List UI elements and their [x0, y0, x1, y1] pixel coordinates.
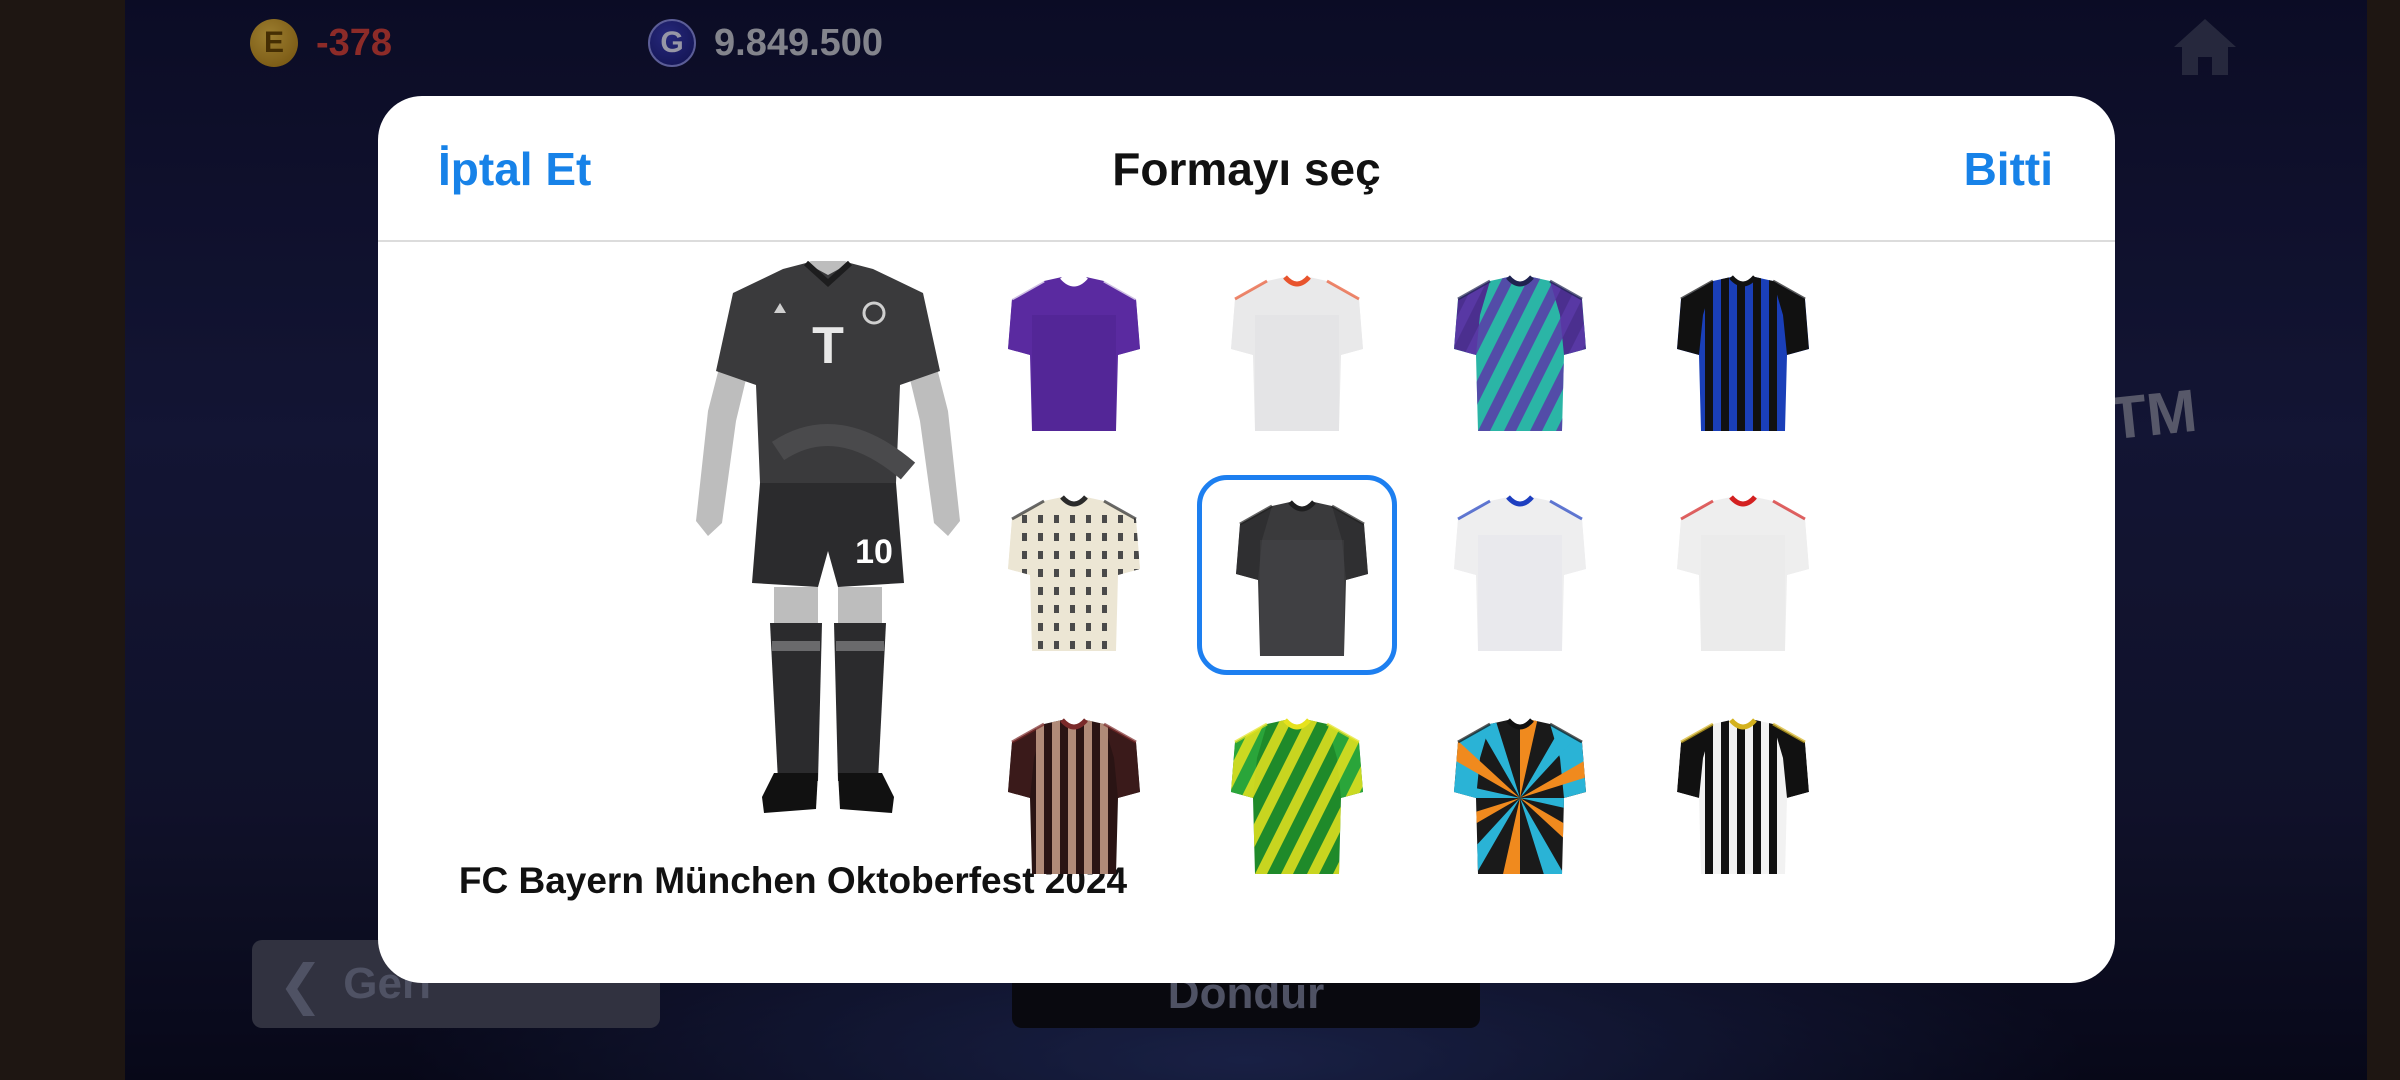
jersey-blue-black-stripes-icon [1677, 275, 1809, 431]
kit-option[interactable] [1420, 475, 1620, 675]
kit-option[interactable] [1197, 698, 1397, 898]
jersey-cream-pattern-icon [1008, 495, 1140, 651]
kit-option[interactable] [1643, 255, 1843, 455]
kit-option[interactable] [974, 255, 1174, 455]
jersey-black-white-stripes-icon [1677, 718, 1809, 874]
jersey-white-orange-icon [1231, 275, 1363, 431]
kit-option[interactable] [974, 475, 1174, 675]
kit-preview-mannequin: T 10 [696, 261, 960, 813]
jersey-purple-icon [1008, 275, 1140, 431]
jersey-bayern-oktoberfest-icon [1236, 500, 1368, 656]
kit-option[interactable] [1420, 255, 1620, 455]
dialog-title: Formayı seç [1112, 143, 1381, 195]
jersey-white-red-icon [1677, 495, 1809, 651]
kit-option[interactable] [1420, 698, 1620, 898]
jersey-maroon-stripes-icon [1008, 718, 1140, 874]
jersey-teal-purple-icon [1454, 275, 1586, 431]
kit-option[interactable] [1197, 475, 1397, 675]
kit-select-dialog: İptal Et Formayı seç Bitti T 10 FC Bayer… [378, 96, 2115, 983]
dialog-header: İptal Et Formayı seç Bitti [378, 96, 2115, 242]
kit-option[interactable] [1643, 698, 1843, 898]
svg-text:T: T [812, 317, 844, 375]
jersey-white-blue-icon [1454, 495, 1586, 651]
kit-option[interactable] [1643, 475, 1843, 675]
kit-option[interactable] [1197, 255, 1397, 455]
jersey-black-cyan-orange-icon [1454, 718, 1586, 874]
done-button[interactable]: Bitti [1964, 142, 2053, 196]
preview-number: 10 [855, 533, 893, 571]
jersey-green-yellow-icon [1231, 718, 1363, 874]
kit-option[interactable] [974, 698, 1174, 898]
